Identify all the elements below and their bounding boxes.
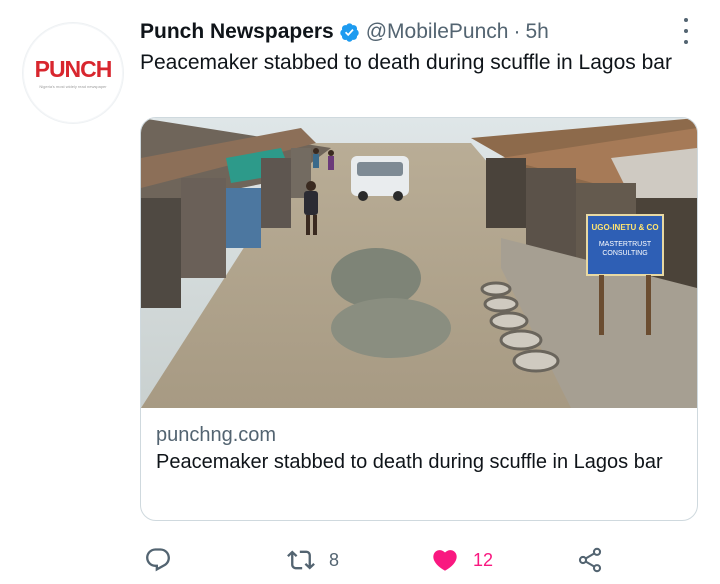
share-icon xyxy=(578,547,602,573)
heart-icon xyxy=(433,550,457,571)
punch-logo: PUNCH xyxy=(34,55,113,82)
separator-dot: · xyxy=(513,20,521,43)
card-title: Peacemaker stabbed to death during scuff… xyxy=(156,451,663,473)
retweet-button[interactable]: 8 xyxy=(287,540,339,580)
sign-text-2: MASTERTRUST xyxy=(599,241,652,248)
like-button[interactable]: 12 xyxy=(431,540,493,580)
verified-badge-icon xyxy=(340,22,359,42)
like-count: 12 xyxy=(473,549,494,570)
tweet-header: Punch Newspapers @MobilePunch · 5h xyxy=(140,17,670,47)
more-options-icon[interactable] xyxy=(680,18,692,44)
card-info[interactable]: punchng.com Peacemaker stabbed to death … xyxy=(156,422,686,476)
card-domain: punchng.com xyxy=(156,424,277,446)
sign-text-3: CONSULTING xyxy=(602,250,647,257)
reply-icon xyxy=(146,548,170,572)
tweet-text: Peacemaker stabbed to death during scuff… xyxy=(140,51,672,74)
retweet-count: 8 xyxy=(329,549,340,570)
tweet-actions: 8 12 xyxy=(140,540,620,580)
reply-button[interactable] xyxy=(144,540,186,580)
profile-avatar[interactable]: PUNCH Nigeria's most widely read newspap… xyxy=(22,22,124,124)
user-handle[interactable]: @MobilePunch xyxy=(366,20,509,44)
link-card[interactable]: UGO-INETU & CO MASTERTRUST CONSULTING pu… xyxy=(140,117,698,521)
share-button[interactable] xyxy=(576,540,618,580)
retweet-icon xyxy=(287,550,315,570)
sign-text: UGO-INETU & CO xyxy=(591,223,658,232)
logo-tagline: Nigeria's most widely read newspaper xyxy=(39,83,107,89)
timestamp[interactable]: 5h xyxy=(525,20,548,44)
card-image[interactable]: UGO-INETU & CO MASTERTRUST CONSULTING xyxy=(141,118,697,408)
display-name[interactable]: Punch Newspapers xyxy=(140,20,334,44)
